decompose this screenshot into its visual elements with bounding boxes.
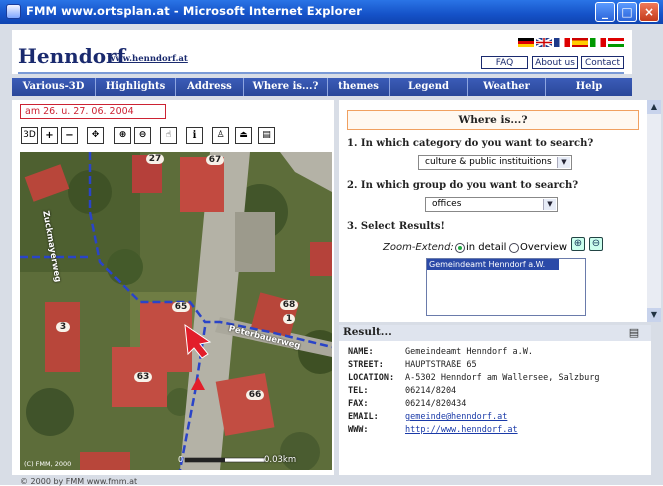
result-value: 06214/8204 [405, 386, 457, 396]
pan-icon[interactable]: ✥ [87, 127, 104, 144]
zoom-clear-icon[interactable]: ⊖ [589, 237, 603, 251]
result-title: Result... [343, 326, 392, 338]
about-us-link[interactable]: About us [532, 56, 578, 69]
nav-highlights[interactable]: Highlights [96, 78, 176, 96]
vertical-scrollbar[interactable] [647, 100, 661, 322]
faq-link[interactable]: FAQ [481, 56, 528, 69]
zoom-overview-label[interactable]: Overview [520, 242, 567, 253]
zoom-detail-label[interactable]: in detail [466, 242, 506, 253]
zoom-in-icon[interactable]: + [41, 127, 58, 144]
result-label: WWW: [348, 425, 369, 435]
printer-icon[interactable]: ▤ [258, 127, 275, 144]
zoom-locate-icon[interactable]: ⊕ [571, 237, 585, 251]
nav-legend[interactable]: Legend [390, 78, 468, 96]
flag-es-icon[interactable] [572, 38, 588, 47]
scale-label: 0.03km [264, 455, 297, 465]
nav-where-is[interactable]: Where is...? [244, 78, 328, 96]
category-question: 1. In which category do you want to sear… [347, 138, 594, 149]
nav-themes[interactable]: themes [328, 78, 390, 96]
email-link[interactable]: gemeinde@henndorf.at [405, 412, 507, 422]
category-select[interactable]: culture & public instituitions ▼ [418, 155, 572, 170]
close-button[interactable]: × [639, 2, 659, 22]
map-copyright: (C) FMM, 2000 [24, 460, 72, 468]
result-value: Gemeindeamt Henndorf a.W. [405, 347, 533, 357]
flag-fr-icon[interactable] [554, 38, 570, 47]
zoom-overview-radio[interactable] [509, 243, 519, 253]
info-icon[interactable]: i [186, 127, 203, 144]
result-label: EMAIL: [348, 412, 379, 422]
maximize-button[interactable]: □ [617, 2, 637, 22]
house-number-label: 3 [56, 322, 70, 332]
magnify-out-icon[interactable]: ⊖ [134, 127, 151, 144]
zoom-detail-radio[interactable] [455, 243, 465, 253]
scroll-down-icon[interactable]: ▼ [647, 308, 661, 322]
result-label: STREET: [348, 360, 384, 370]
site-url-link[interactable]: www.henndorf.at [108, 54, 188, 64]
result-label: FAX: [348, 399, 369, 409]
search-heading: Where is...? [347, 110, 639, 130]
group-question: 2. In which group do you want to search? [347, 180, 579, 191]
house-number-label: 1 [283, 314, 295, 324]
minimize-button[interactable]: _ [595, 2, 615, 22]
chevron-down-icon: ▼ [543, 199, 556, 210]
category-select-value: culture & public instituitions [425, 157, 552, 167]
house-number-label: 67 [206, 155, 224, 165]
group-select[interactable]: offices ▼ [425, 197, 558, 212]
chevron-down-icon: ▼ [557, 157, 570, 168]
house-number-label: 27 [146, 154, 164, 164]
result-value: A-5302 Henndorf am Wallersee, Salzburg [405, 373, 600, 383]
nav-address[interactable]: Address [176, 78, 244, 96]
nav-weather[interactable]: Weather [468, 78, 546, 96]
zoom-out-icon[interactable]: − [61, 127, 78, 144]
nav-help[interactable]: Help [546, 78, 632, 96]
result-value: HAUPTSTRAßE 65 [405, 360, 477, 370]
flag-de-icon[interactable] [518, 38, 534, 47]
3d-view-button[interactable]: 3D [21, 127, 38, 144]
window-title-bar: FMM www.ortsplan.at - Microsoft Internet… [0, 0, 663, 24]
nav-various-3d[interactable]: Various-3D [12, 78, 96, 96]
window-title: FMM www.ortsplan.at - Microsoft Internet… [26, 4, 363, 18]
website-link[interactable]: http://www.henndorf.at [405, 425, 518, 435]
internet-explorer-icon [6, 4, 21, 19]
person-icon[interactable]: ♙ [212, 127, 229, 144]
scale-zero-label: 0 [178, 455, 184, 464]
result-label: TEL: [348, 386, 369, 396]
result-value: 06214/820434 [405, 399, 467, 409]
zoom-extend-label: Zoom-Extend: [383, 242, 454, 253]
upload-icon[interactable]: ⏏ [235, 127, 252, 144]
flag-hu-icon[interactable] [608, 38, 624, 47]
aerial-map[interactable]: 27 67 65 68 1 3 63 66 Zuckmayerweg Peter… [20, 152, 332, 470]
result-label: NAME: [348, 347, 374, 357]
scroll-up-icon[interactable]: ▲ [647, 100, 661, 114]
hand-icon[interactable]: ☝ [160, 127, 177, 144]
house-number-label: 63 [134, 372, 152, 382]
header-divider [18, 72, 624, 74]
result-label: LOCATION: [348, 373, 395, 383]
result-option[interactable]: Gemeindeamt Henndorf a.W. [427, 259, 559, 270]
contact-link[interactable]: Contact [581, 56, 624, 69]
event-date-banner[interactable]: am 26. u. 27. 06. 2004 [20, 104, 166, 119]
results-question: 3. Select Results! [347, 221, 445, 232]
flag-it-icon[interactable] [590, 38, 606, 47]
house-number-label: 68 [280, 300, 298, 310]
magnify-in-icon[interactable]: ⊕ [114, 127, 131, 144]
house-number-label: 65 [172, 302, 190, 312]
house-number-label: 66 [246, 390, 264, 400]
flag-gb-icon[interactable] [536, 38, 552, 47]
group-select-value: offices [432, 199, 462, 209]
printer-icon[interactable]: ▤ [627, 327, 641, 339]
